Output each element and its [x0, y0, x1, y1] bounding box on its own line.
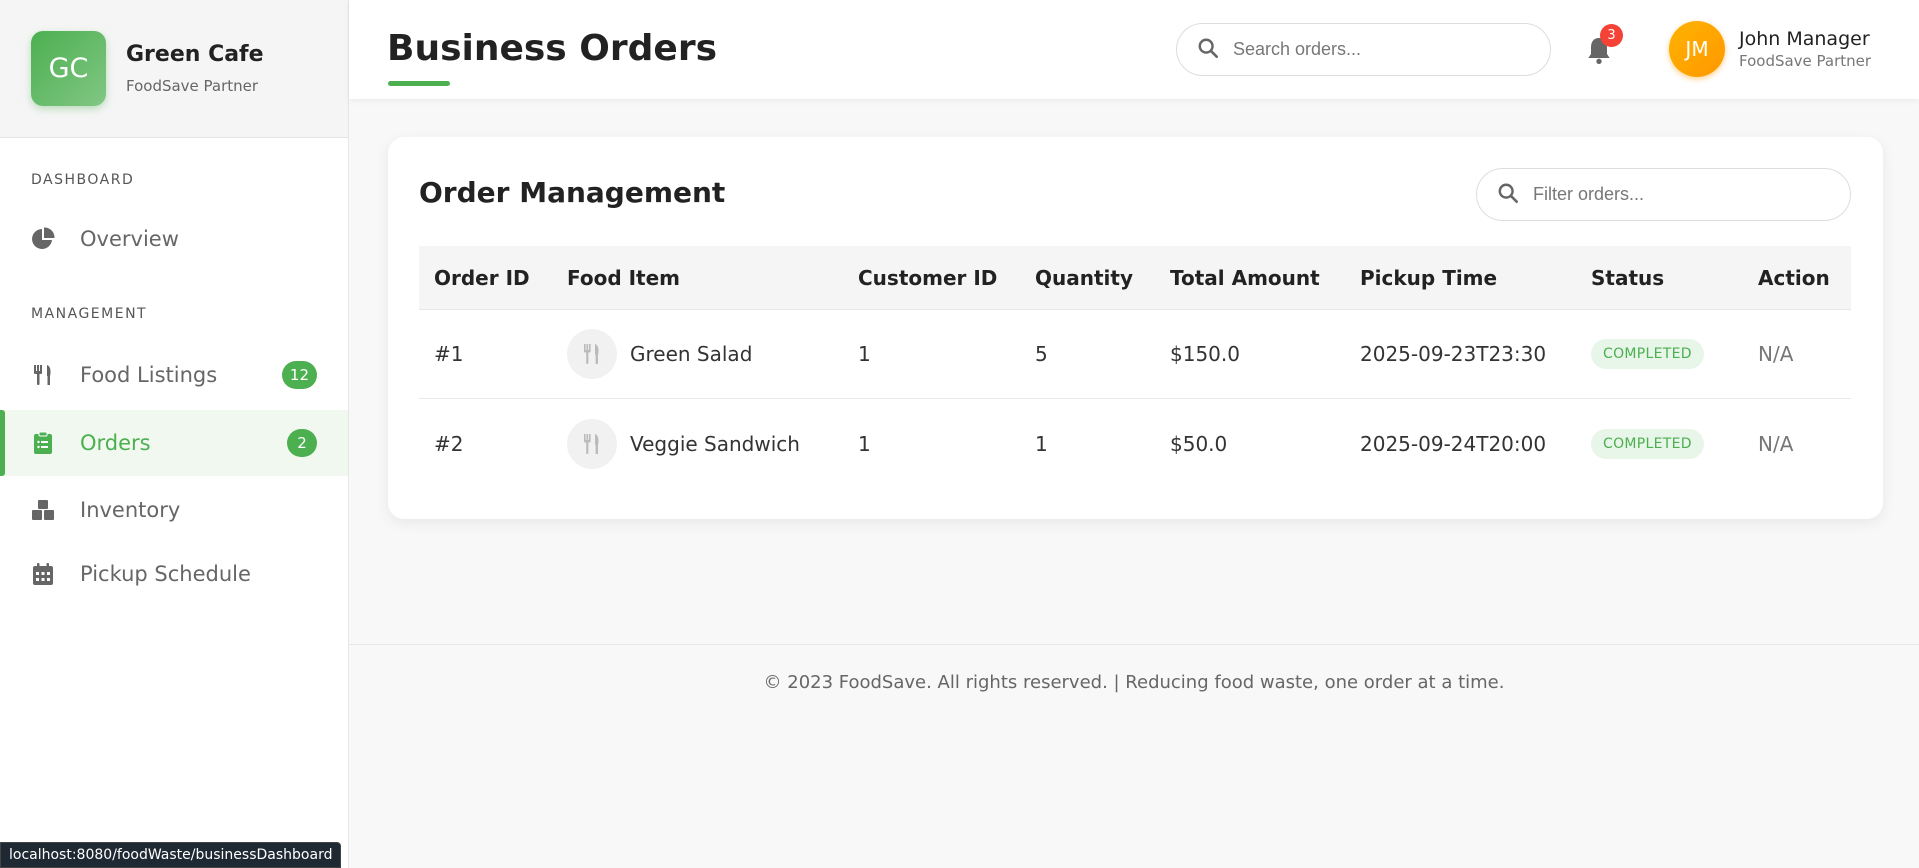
utensils-icon: [31, 363, 55, 387]
customer-id: 1: [858, 431, 871, 456]
sidebar-item-inventory[interactable]: Inventory: [0, 477, 348, 543]
footer-text: © 2023 FoodSave. All rights reserved. | …: [763, 672, 1505, 693]
order-management-card: Order Management Order ID Food Item Cust…: [388, 137, 1883, 519]
search-icon: [1197, 37, 1219, 63]
active-indicator: [0, 410, 5, 476]
customer-id: 1: [858, 342, 871, 366]
table-header: Order ID Food Item Customer ID Quantity …: [419, 246, 1851, 310]
count-badge: 2: [287, 429, 317, 457]
user-name: John Manager: [1739, 28, 1870, 50]
sidebar-item-label: Inventory: [80, 498, 181, 522]
food-item-cell: Green Salad: [552, 329, 843, 379]
brand-subtitle: FoodSave Partner: [126, 77, 259, 95]
column-header: Action: [1758, 265, 1830, 290]
total-amount: $50.0: [1170, 431, 1228, 456]
clipboard-list-icon: [31, 431, 55, 455]
column-header: Status: [1591, 265, 1665, 290]
table-row: #1 Green Salad 1 5 $150.0 2025-09-23T23:…: [419, 310, 1851, 399]
calendar-icon: [31, 562, 55, 586]
section-label-dashboard: DASHBOARD: [31, 172, 135, 188]
column-header: Total Amount: [1170, 265, 1320, 290]
column-header: Pickup Time: [1360, 265, 1498, 290]
food-item-cell: Veggie Sandwich: [552, 418, 843, 469]
filter-input[interactable]: [1533, 184, 1833, 205]
card-title: Order Management: [419, 176, 726, 209]
filter-box[interactable]: [1476, 168, 1851, 221]
utensils-icon: [567, 329, 617, 379]
pickup-time: 2025-09-24T20:00: [1360, 431, 1547, 456]
quantity: 1: [1035, 431, 1048, 456]
status-cell: COMPLETED: [1576, 339, 1743, 369]
pie-chart-icon: [31, 227, 55, 251]
notification-badge: 3: [1600, 24, 1623, 47]
search-icon: [1497, 182, 1519, 208]
brand-logo: GC: [31, 31, 106, 106]
column-header: Order ID: [434, 265, 530, 290]
status-cell: COMPLETED: [1576, 428, 1743, 459]
sidebar-item-label: Pickup Schedule: [80, 562, 251, 586]
status-badge: COMPLETED: [1591, 339, 1704, 369]
sidebar-item-label: Food Listings: [80, 363, 218, 387]
sidebar: GC Green Cafe FoodSave Partner DASHBOARD…: [0, 0, 349, 868]
top-header: Business Orders 3 JM John Manager FoodSa…: [349, 0, 1919, 99]
food-item-name: Veggie Sandwich: [630, 431, 800, 456]
sidebar-item-food-listings[interactable]: Food Listings 12: [0, 342, 348, 408]
page-footer: © 2023 FoodSave. All rights reserved. | …: [349, 644, 1919, 868]
search-box[interactable]: [1176, 23, 1551, 76]
column-header: Food Item: [567, 265, 681, 290]
utensils-icon: [567, 418, 617, 469]
count-badge: 12: [281, 361, 317, 389]
brand-name: Green Cafe: [126, 42, 264, 67]
sidebar-item-label: Overview: [80, 227, 179, 251]
sidebar-item-orders[interactable]: Orders 2: [0, 410, 348, 476]
action-cell: N/A: [1758, 342, 1794, 366]
food-item-name: Green Salad: [630, 342, 753, 366]
quantity: 5: [1035, 342, 1048, 366]
boxes-icon: [31, 498, 55, 522]
search-input[interactable]: [1233, 39, 1533, 60]
table-row: #2 Veggie Sandwich 1 1 $50.0 2025-09-24T…: [419, 399, 1851, 488]
pickup-time: 2025-09-23T23:30: [1360, 342, 1547, 366]
column-header: Customer ID: [858, 265, 998, 290]
brand-header: GC Green Cafe FoodSave Partner: [0, 0, 348, 138]
order-id: #1: [434, 342, 464, 366]
action-cell: N/A: [1758, 431, 1794, 456]
sidebar-item-pickup-schedule[interactable]: Pickup Schedule: [0, 541, 348, 607]
total-amount: $150.0: [1170, 342, 1240, 366]
column-header: Quantity: [1035, 265, 1133, 290]
sidebar-item-label: Orders: [80, 431, 151, 455]
user-role: FoodSave Partner: [1739, 52, 1872, 70]
sidebar-item-overview[interactable]: Overview: [0, 206, 348, 272]
section-label-management: MANAGEMENT: [31, 306, 148, 322]
status-bar-url: localhost:8080/foodWaste/businessDashboa…: [0, 842, 342, 868]
page-title: Business Orders: [387, 28, 717, 69]
status-badge: COMPLETED: [1591, 428, 1704, 459]
orders-table: Order ID Food Item Customer ID Quantity …: [419, 246, 1851, 488]
order-id: #2: [434, 431, 464, 456]
avatar[interactable]: JM: [1669, 21, 1725, 77]
title-underline: [388, 81, 450, 86]
